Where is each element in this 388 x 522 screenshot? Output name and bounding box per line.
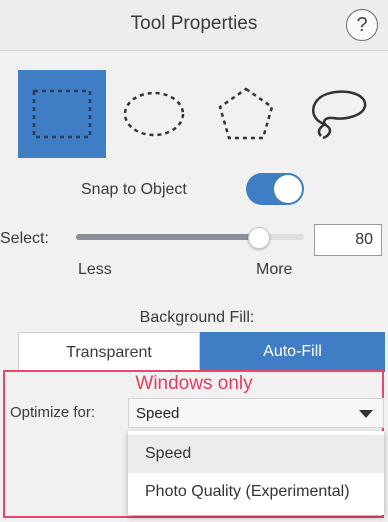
optimize-selected-value: Speed <box>136 405 180 422</box>
option-photo-quality[interactable]: Photo Quality (Experimental) <box>128 473 384 511</box>
panel-title: Tool Properties <box>130 13 258 34</box>
polygon-tool-button[interactable] <box>202 70 290 158</box>
polygon-selection-icon <box>218 87 274 140</box>
toggle-knob <box>274 175 302 203</box>
tool-properties-panel: Tool Properties ? Snap to Object Select:… <box>0 0 388 522</box>
select-slider-fill <box>76 234 259 240</box>
snap-to-object-label: Snap to Object <box>81 181 187 198</box>
lasso-selection-icon <box>312 90 367 140</box>
ellipse-selection-icon <box>123 91 185 137</box>
chevron-down-icon <box>359 410 373 418</box>
select-slider-thumb[interactable] <box>248 227 271 249</box>
auto-fill-button[interactable]: Auto-Fill <box>200 332 385 372</box>
help-button[interactable]: ? <box>346 9 378 41</box>
slider-max-label: More <box>256 261 293 278</box>
optimize-dropdown-menu: Speed Photo Quality (Experimental) <box>128 431 384 515</box>
option-speed[interactable]: Speed <box>128 435 384 473</box>
lasso-tool-button[interactable] <box>294 70 382 158</box>
select-label: Select: <box>0 230 49 247</box>
windows-only-annotation: Windows only <box>135 373 253 394</box>
snap-to-object-toggle[interactable] <box>246 173 304 205</box>
panel-header: Tool Properties ? <box>0 0 388 51</box>
ellipse-tool-button[interactable] <box>110 70 198 158</box>
transparent-button[interactable]: Transparent <box>18 332 200 372</box>
rectangle-tool-button[interactable] <box>18 70 106 158</box>
slider-min-label: Less <box>78 261 112 278</box>
rectangle-selection-icon <box>32 89 92 139</box>
background-fill-label: Background Fill: <box>139 309 255 326</box>
optimize-for-dropdown[interactable]: Speed <box>128 398 384 428</box>
select-value-input[interactable]: 80 <box>314 224 382 256</box>
optimize-for-label: Optimize for: <box>10 404 96 421</box>
